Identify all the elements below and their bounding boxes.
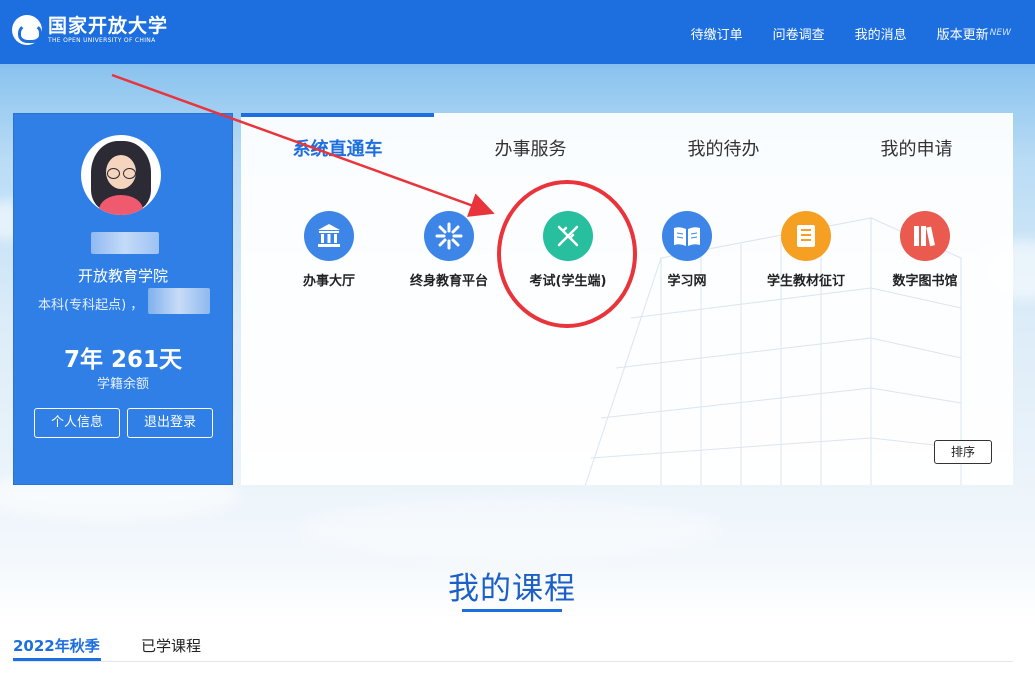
app-service-hall[interactable]: 办事大厅 <box>269 211 389 289</box>
school-name: 开放教育学院 <box>77 267 168 285</box>
tab-my-todos[interactable]: 我的待办 <box>627 135 820 161</box>
university-logo[interactable]: 国家开放大学 THE OPEN UNIVERSITY OF CHINA <box>12 15 168 45</box>
term-tab-fall-2022[interactable]: 2022年秋季 <box>13 635 100 656</box>
term-tab-completed[interactable]: 已学课程 <box>141 635 201 656</box>
app-lifelong-education[interactable]: 终身教育平台 <box>389 211 509 289</box>
top-header: 国家开放大学 THE OPEN UNIVERSITY OF CHINA 待缴订单… <box>0 0 1035 64</box>
nav-survey[interactable]: 问卷调查 <box>773 24 825 43</box>
personal-info-button[interactable]: 个人信息 <box>34 408 120 438</box>
app-label: 办事大厅 <box>302 274 355 289</box>
library-books-icon <box>900 211 950 261</box>
top-nav: 待缴订单 问卷调查 我的消息 版本更新NEW <box>661 24 1011 43</box>
app-learning-network[interactable]: 学习网 <box>627 211 747 289</box>
degree-level: 本科(专科起点) ， <box>38 298 144 313</box>
active-tab-indicator <box>241 113 434 117</box>
title-underline <box>462 609 562 612</box>
my-courses-title: 我的课程 <box>448 571 576 607</box>
logo-english-name: THE OPEN UNIVERSITY OF CHINA <box>48 36 156 44</box>
logo-text: 国家开放大学 THE OPEN UNIVERSITY OF CHINA <box>48 16 168 45</box>
logo-emblem-icon <box>12 15 42 45</box>
asterisk-icon <box>424 211 474 261</box>
tab-my-applications[interactable]: 我的申请 <box>820 135 1013 161</box>
app-label: 考试(学生端) <box>529 274 607 289</box>
app-label: 终身教育平台 <box>409 274 488 289</box>
app-label: 数字图书馆 <box>892 274 958 289</box>
app-textbook-order[interactable]: 学生教材征订 <box>746 211 866 289</box>
student-name-redacted <box>91 232 159 254</box>
nav-pending-orders[interactable]: 待缴订单 <box>691 24 743 43</box>
app-label: 学习网 <box>667 274 707 289</box>
tab-services[interactable]: 办事服务 <box>434 135 627 161</box>
nav-version-update-label: 版本更新 <box>936 28 989 43</box>
nav-messages[interactable]: 我的消息 <box>855 24 907 43</box>
app-exam-student[interactable]: 考试(学生端) <box>508 211 628 289</box>
background-wave <box>300 500 720 560</box>
book-icon <box>662 211 712 261</box>
major-redacted <box>148 288 210 314</box>
logo-chinese-name: 国家开放大学 <box>48 14 169 37</box>
enrollment-time-label: 学籍余额 <box>96 377 149 392</box>
pencil-ruler-icon <box>543 211 593 261</box>
bank-icon <box>304 211 354 261</box>
app-label: 学生教材征订 <box>766 274 845 289</box>
nav-version-update[interactable]: 版本更新NEW <box>937 24 1011 43</box>
avatar <box>81 135 161 215</box>
enrollment-time-remaining: 7年 261天 <box>63 347 183 373</box>
service-panel: 系统直通车 办事服务 我的待办 我的申请 办事大厅 终身教育平台 考试(学生端)… <box>241 113 1013 485</box>
tab-system-shortcut[interactable]: 系统直通车 <box>241 135 434 161</box>
logout-button[interactable]: 退出登录 <box>127 408 213 438</box>
sort-button[interactable]: 排序 <box>934 440 992 464</box>
term-tab-divider <box>13 661 1013 662</box>
textbook-icon <box>781 211 831 261</box>
app-digital-library[interactable]: 数字图书馆 <box>865 211 985 289</box>
profile-card: 开放教育学院 本科(专科起点) ， 7年 261天 学籍余额 个人信息 退出登录 <box>13 113 233 485</box>
new-badge: NEW <box>989 28 1011 38</box>
